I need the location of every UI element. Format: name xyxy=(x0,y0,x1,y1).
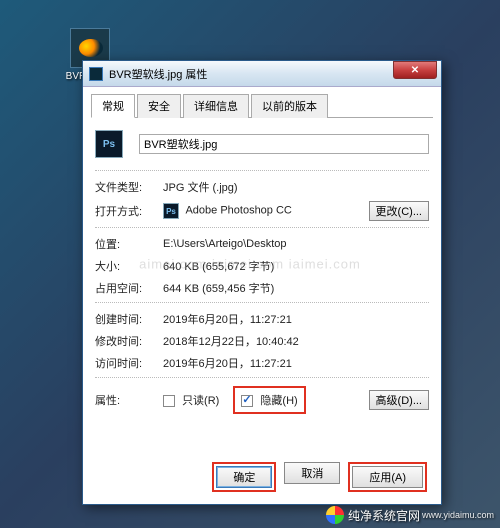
filetype-value: JPG 文件 (.jpg) xyxy=(163,179,429,195)
accessed-value: 2019年6月20日，11:27:21 xyxy=(163,355,429,371)
photoshop-icon: Ps xyxy=(95,130,123,158)
filetype-label: 文件类型: xyxy=(95,179,163,195)
brand-badge: 纯净系统官网 www.yidaimu.com xyxy=(326,506,494,524)
size-label: 大小: xyxy=(95,258,163,274)
tab-strip: 常规 安全 详细信息 以前的版本 xyxy=(91,93,433,118)
brand-url: www.yidaimu.com xyxy=(422,510,494,520)
sizeondisk-value: 644 KB (659,456 字节) xyxy=(163,280,429,296)
tab-details[interactable]: 详细信息 xyxy=(183,94,249,118)
sizeondisk-label: 占用空间: xyxy=(95,280,163,296)
size-value: 640 KB (655,672 字节) xyxy=(163,258,429,274)
dialog-footer: 确定 取消 应用(A) xyxy=(91,454,433,496)
advanced-button[interactable]: 高级(D)... xyxy=(369,390,429,410)
modified-value: 2018年12月22日，10:40:42 xyxy=(163,333,429,349)
accessed-label: 访问时间: xyxy=(95,355,163,371)
openwith-label: 打开方式: xyxy=(95,203,163,219)
client-area: 常规 安全 详细信息 以前的版本 Ps 文件类型: JPG 文件 (.jpg) … xyxy=(83,87,441,504)
readonly-checkbox[interactable] xyxy=(163,395,175,407)
title-text: BVR塑软线.jpg 属性 xyxy=(109,66,441,82)
hidden-checkbox-wrap[interactable]: 隐藏(H) xyxy=(241,392,297,408)
created-label: 创建时间: xyxy=(95,311,163,327)
apply-button[interactable]: 应用(A) xyxy=(352,466,423,488)
tab-content: Ps 文件类型: JPG 文件 (.jpg) 打开方式: Ps Adobe Ph… xyxy=(91,126,433,454)
tab-general[interactable]: 常规 xyxy=(91,94,135,118)
attributes-label: 属性: xyxy=(95,392,163,408)
titlebar[interactable]: BVR塑软线.jpg 属性 xyxy=(83,61,441,87)
openwith-value: Ps Adobe Photoshop CC xyxy=(163,203,369,219)
tab-security[interactable]: 安全 xyxy=(137,94,181,118)
brand-name: 纯净系统官网 xyxy=(348,507,420,524)
readonly-checkbox-wrap[interactable]: 只读(R) xyxy=(163,392,219,408)
properties-dialog: BVR塑软线.jpg 属性 常规 安全 详细信息 以前的版本 Ps 文件类型: … xyxy=(82,60,442,505)
openwith-text: Adobe Photoshop CC xyxy=(185,205,291,217)
filename-input[interactable] xyxy=(139,134,429,154)
close-button[interactable] xyxy=(393,61,437,79)
ok-highlight: 确定 xyxy=(212,462,276,492)
location-label: 位置: xyxy=(95,236,163,252)
location-value: E:\Users\Arteigo\Desktop xyxy=(163,238,429,250)
ok-button[interactable]: 确定 xyxy=(216,466,272,488)
hidden-checkbox[interactable] xyxy=(241,395,253,407)
modified-label: 修改时间: xyxy=(95,333,163,349)
tab-previous-versions[interactable]: 以前的版本 xyxy=(251,94,328,118)
readonly-label: 只读(R) xyxy=(182,395,219,407)
photoshop-small-icon: Ps xyxy=(163,203,179,219)
title-icon xyxy=(89,67,103,81)
change-button[interactable]: 更改(C)... xyxy=(369,201,429,221)
hidden-label: 隐藏(H) xyxy=(260,395,297,407)
apply-highlight: 应用(A) xyxy=(348,462,427,492)
cancel-button[interactable]: 取消 xyxy=(284,462,340,484)
hidden-highlight: 隐藏(H) xyxy=(233,386,305,414)
brand-logo-icon xyxy=(326,506,344,524)
created-value: 2019年6月20日，11:27:21 xyxy=(163,311,429,327)
